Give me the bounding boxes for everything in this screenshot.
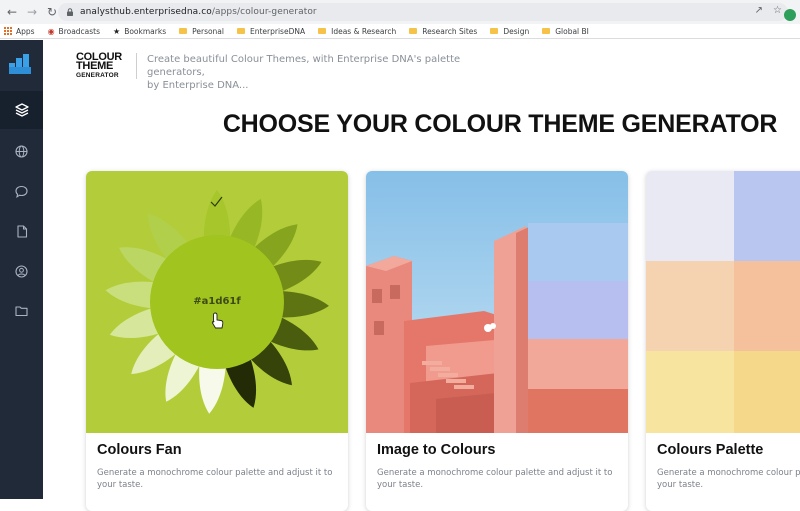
globe-icon (15, 144, 28, 158)
bookmark-personal[interactable]: Personal (179, 27, 224, 36)
sidebar-item-chat[interactable] (0, 172, 43, 210)
header-tagline: Create beautiful Colour Themes, with Ent… (147, 53, 507, 92)
card-title: Colours Palette (657, 442, 764, 458)
brand-line-3: GENERATOR (76, 72, 119, 79)
card-description: Generate a monochrome colour palette and… (97, 467, 337, 491)
bookmarks-bar: Apps ◉ Broadcasts ★ Bookmarks Personal E… (0, 24, 800, 39)
browser-toolbar: ← → ↻ analysthub.enterprisedna.co/apps/c… (0, 0, 800, 24)
folder-icon (179, 28, 188, 34)
architecture-photo-illustration (366, 171, 628, 433)
folder-icon (318, 28, 327, 34)
card-desc-line-1: Generate a monochrome colour palette and… (97, 468, 333, 478)
card-desc-line-1: Generate a monochrome colour palette and… (377, 468, 613, 478)
bookmark-star-icon[interactable]: ☆ (773, 5, 782, 16)
palette-swatch-grid (646, 171, 800, 433)
colours-fan-preview: #a1d61f (86, 171, 348, 433)
card-title: Colours Fan (97, 442, 182, 458)
bookmark-ideas-research[interactable]: Ideas & Research (318, 27, 396, 36)
user-circle-icon (15, 264, 28, 278)
tagline-line-1: Create beautiful Colour Themes, with Ent… (147, 54, 461, 78)
card-desc-line-2: your taste. (97, 480, 144, 490)
sidebar-item-globe[interactable] (0, 132, 43, 170)
layers-icon (14, 103, 29, 117)
bookmark-label: Research Sites (422, 26, 478, 36)
bookmark-broadcasts[interactable]: ◉ Broadcasts (48, 27, 100, 36)
broadcast-icon: ◉ (47, 26, 55, 36)
url-host: analysthub.enterprisedna.co (80, 7, 212, 17)
bookmark-label: Broadcasts (58, 26, 101, 36)
card-desc-line-2: your taste. (377, 480, 424, 490)
bookmark-label: EnterpriseDNA (250, 26, 306, 36)
lock-icon (67, 8, 73, 16)
sidebar (0, 40, 43, 499)
folder-icon (542, 28, 551, 34)
apps-grid-icon (4, 27, 12, 35)
folder-icon (15, 306, 28, 317)
image-to-colours-preview (366, 171, 628, 433)
card-colours-fan[interactable]: #a1d61f Colours Fan Generate a monochrom… (86, 171, 348, 511)
bookmark-label: Apps (16, 26, 35, 36)
forward-arrow-icon[interactable]: → (24, 4, 40, 20)
folder-icon (237, 28, 245, 34)
bookmark-bookmarks[interactable]: ★ Bookmarks (113, 27, 166, 36)
page-title: CHOOSE YOUR COLOUR THEME GENERATOR (222, 110, 778, 138)
address-bar[interactable]: analysthub.enterprisedna.co/apps/colour-… (58, 3, 796, 21)
header-divider (136, 53, 137, 79)
url-path: /apps/colour-generator (211, 7, 317, 17)
colours-palette-preview (646, 171, 800, 433)
back-arrow-icon[interactable]: ← (4, 4, 20, 20)
document-icon (16, 224, 27, 238)
bookmark-apps[interactable]: Apps (4, 27, 35, 36)
bookmark-label: Global BI (555, 26, 589, 36)
sidebar-item-profile[interactable] (0, 252, 43, 290)
folder-icon (490, 28, 499, 34)
app-logo-icon[interactable] (9, 54, 33, 74)
bookmark-design[interactable]: Design (490, 27, 529, 36)
brand-logo[interactable]: COLOUR THEME GENERATOR (76, 52, 128, 80)
sidebar-item-folders[interactable] (0, 292, 43, 330)
card-image-to-colours[interactable]: Image to Colours Generate a monochrome c… (366, 171, 628, 511)
card-desc-line-2: your taste. (657, 480, 704, 490)
bookmark-label: Ideas & Research (331, 26, 397, 36)
star-icon: ★ (113, 26, 121, 36)
tagline-line-2: by Enterprise DNA... (147, 80, 249, 91)
card-description: Generate a monochrome colour palette and… (377, 467, 617, 491)
card-title: Image to Colours (377, 442, 496, 458)
sidebar-item-documents[interactable] (0, 212, 43, 250)
bookmark-label: Bookmarks (124, 26, 167, 36)
card-description: Generate a monochrome colour palette and… (657, 467, 800, 491)
bookmark-research-sites[interactable]: Research Sites (409, 27, 477, 36)
bookmark-label: Personal (192, 26, 224, 36)
brand-line-2: THEME (76, 60, 114, 72)
folder-icon (409, 28, 418, 34)
share-icon[interactable]: ↗ (755, 5, 763, 16)
profile-avatar[interactable] (784, 9, 796, 21)
bookmark-global-bi[interactable]: Global BI (542, 27, 589, 36)
card-colours-palette[interactable]: Colours Palette Generate a monochrome co… (646, 171, 800, 511)
selected-hex-label: #a1d61f (193, 296, 241, 307)
bookmark-enterprisedna[interactable]: EnterpriseDNA (237, 27, 305, 36)
url-text: analysthub.enterprisedna.co/apps/colour-… (80, 7, 317, 17)
chat-icon (15, 185, 28, 198)
card-desc-line-1: Generate a monochrome colour palette and… (657, 468, 800, 478)
sidebar-item-layers[interactable] (0, 91, 43, 129)
bookmark-label: Design (503, 26, 530, 36)
